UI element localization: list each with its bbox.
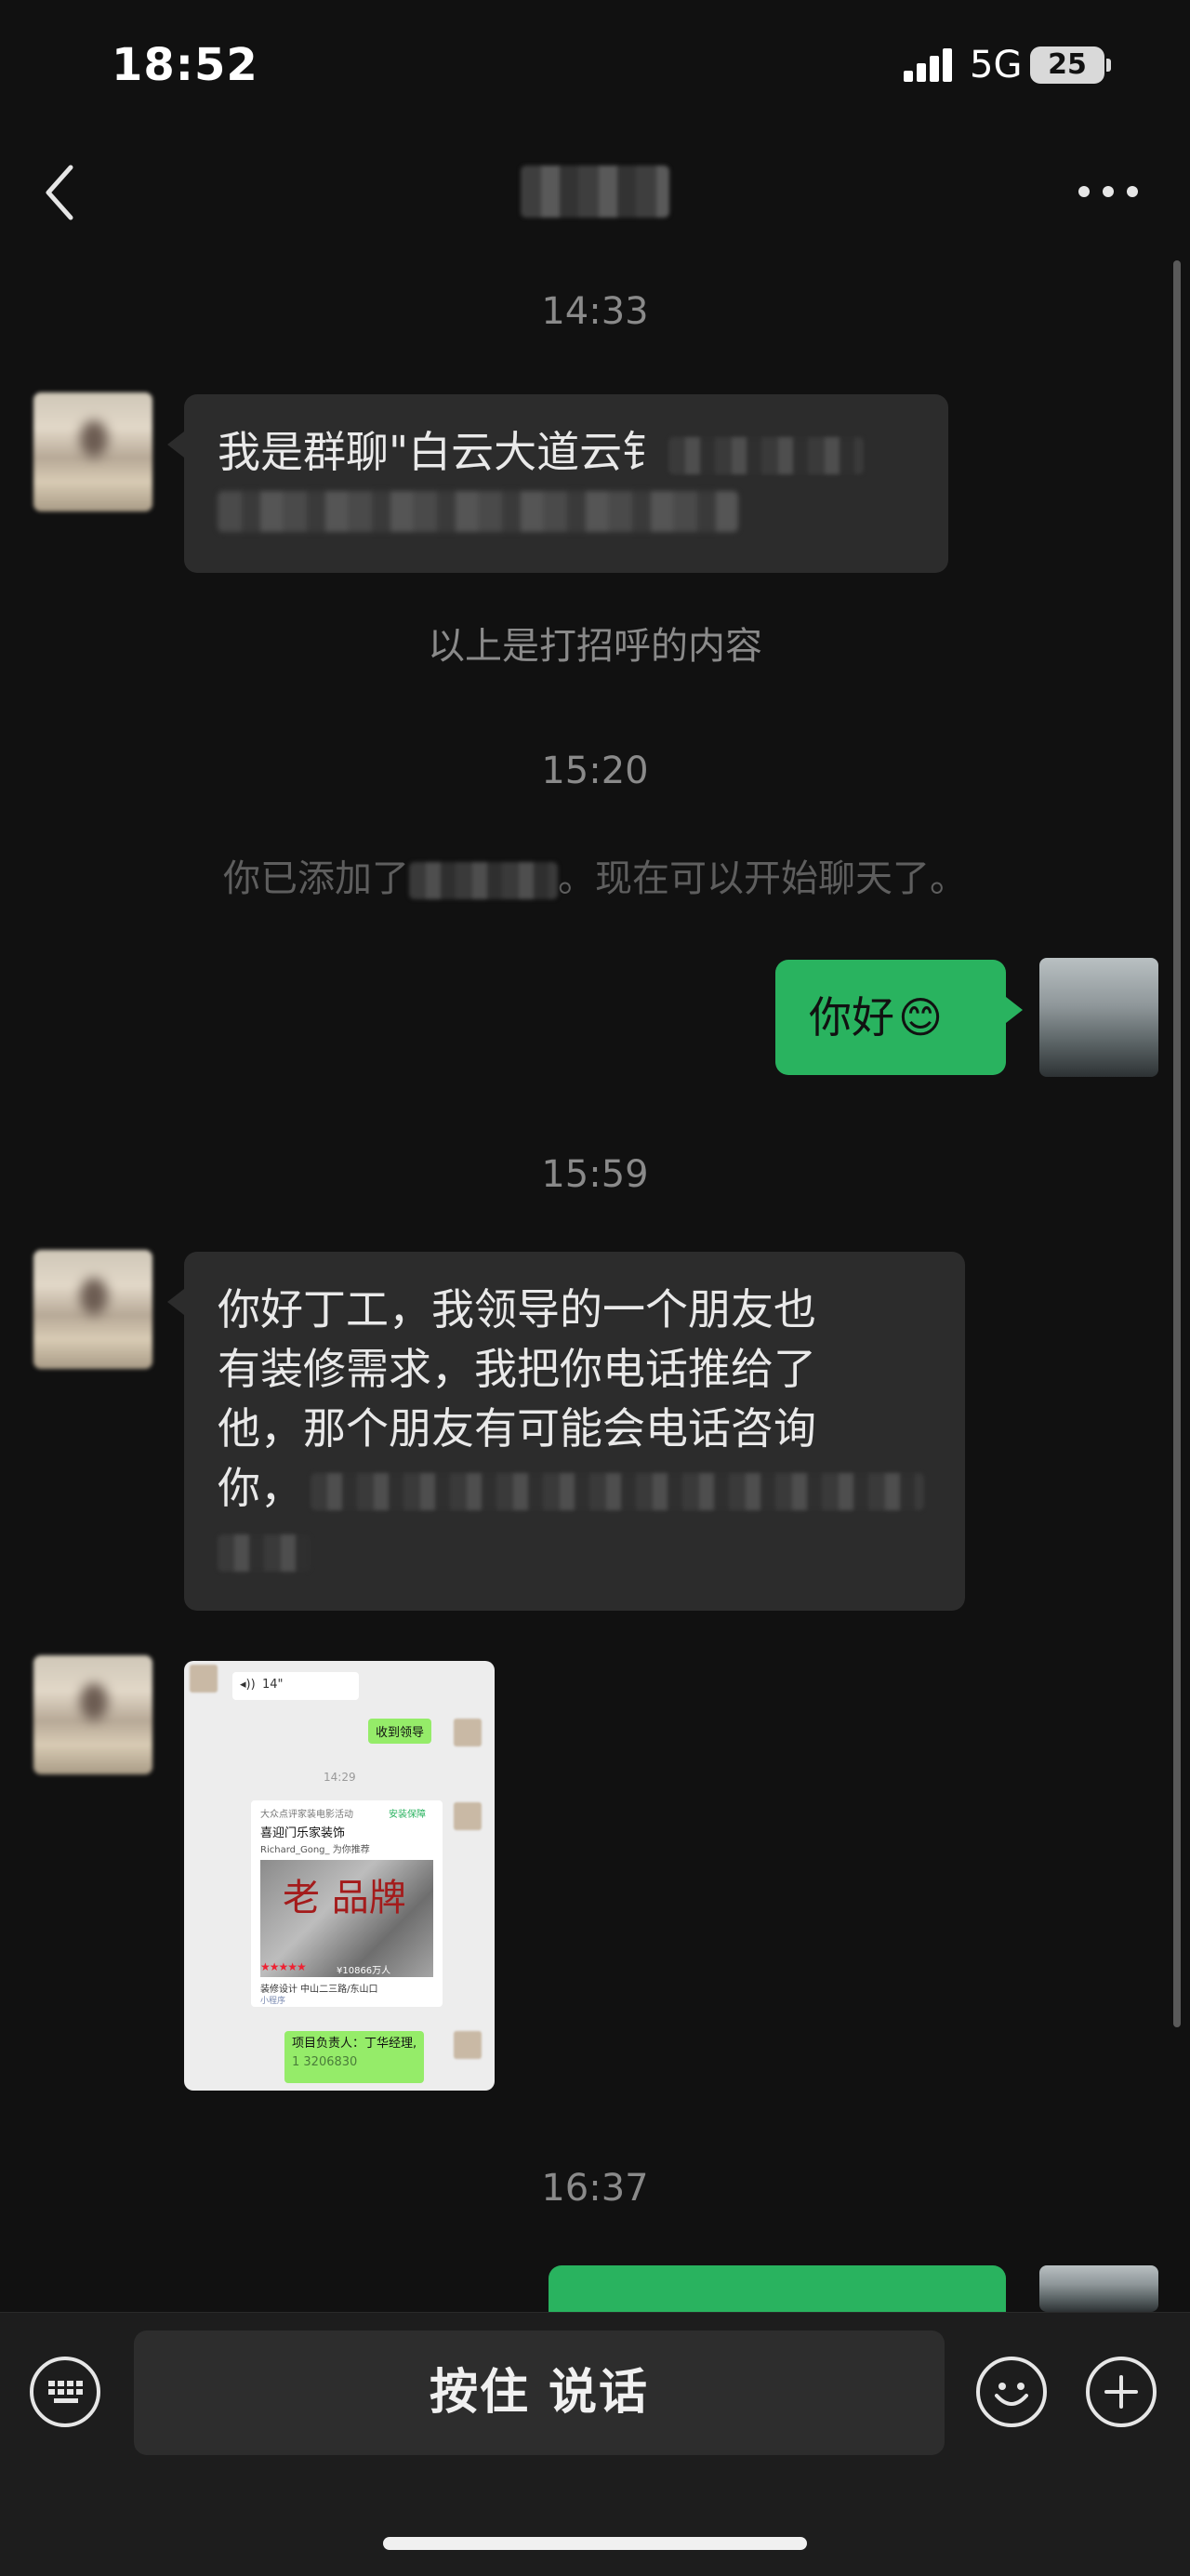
brand-logo-text: 老 品牌 [283,1877,406,1919]
more-icon[interactable] [1078,186,1138,199]
battery-tip [1106,59,1111,72]
timestamp: 15:59 [541,1153,649,1196]
contact-avatar[interactable] [33,392,152,511]
greeting-text: 我是群聊"白云大道云钅 [218,427,666,477]
greeting-footer: 以上是打招呼的内容 [428,625,762,668]
keyboard-icon[interactable] [30,2357,100,2427]
partial-outgoing-bubble[interactable] [549,2265,1006,2312]
home-indicator[interactable] [383,2537,807,2550]
timestamp: 15:20 [541,750,649,792]
greeting-bubble[interactable]: 我是群聊"白云大道云钅 [167,394,948,573]
plus-icon[interactable] [1086,2357,1157,2427]
voice-message: ◂)) 14" [232,1672,359,1700]
mini-green-bubble-2: 项目负责人：丁华经理, 1 3206830 [284,2031,425,2083]
message-line: 你好丁工，我领导的一个朋友也 [218,1284,816,1334]
my-avatar[interactable] [1039,958,1158,1077]
network-label: 5G [970,44,1023,86]
mini-program-card: 大众点评家装电影活动 安装保障 喜迎门乐家装饰 Richard_Gong_ 为你… [251,1800,443,2007]
timestamp: 16:37 [541,2167,649,2210]
battery-icon: 25 [1030,46,1104,84]
hello-bubble[interactable]: 你好😊 [775,960,1023,1075]
hold-to-talk-button[interactable]: 按住 说话 [134,2330,945,2455]
scrollbar[interactable] [1173,260,1181,2027]
smile-emoji-icon: 😊 [898,992,943,1042]
status-time: 18:52 [112,39,258,91]
back-chevron-icon[interactable] [37,160,93,225]
added-friend-notice: 你已添加了 。现在可以开始聊天了。 [223,857,967,900]
emoji-icon[interactable] [976,2357,1047,2427]
hello-text: 你好 [809,992,894,1042]
my-avatar[interactable] [1039,2265,1158,2312]
long-message-bubble[interactable]: 你好丁工，我领导的一个朋友也 有装修需求，我把你电话推给了 他，那个朋友有可能会… [167,1252,965,1611]
message-line: 他，那个朋友有可能会电话咨询 [218,1403,816,1454]
message-line: 你， [218,1463,303,1513]
timestamp: 14:33 [541,290,649,333]
contact-avatar[interactable] [33,1655,152,1774]
contact-avatar[interactable] [33,1250,152,1369]
signal-icon [904,48,954,82]
chat-title-blurred [521,166,669,218]
mini-timestamp: 14:29 [324,1771,356,1784]
mini-green-bubble: 收到领导 [368,1719,432,1744]
message-line: 有装修需求，我把你电话推给了 [218,1344,816,1394]
screenshot-image-message[interactable]: ◂)) 14" 收到领导 14:29 大众点评家装电影活动 安装保障 喜迎门乐家装… [184,1661,495,2091]
